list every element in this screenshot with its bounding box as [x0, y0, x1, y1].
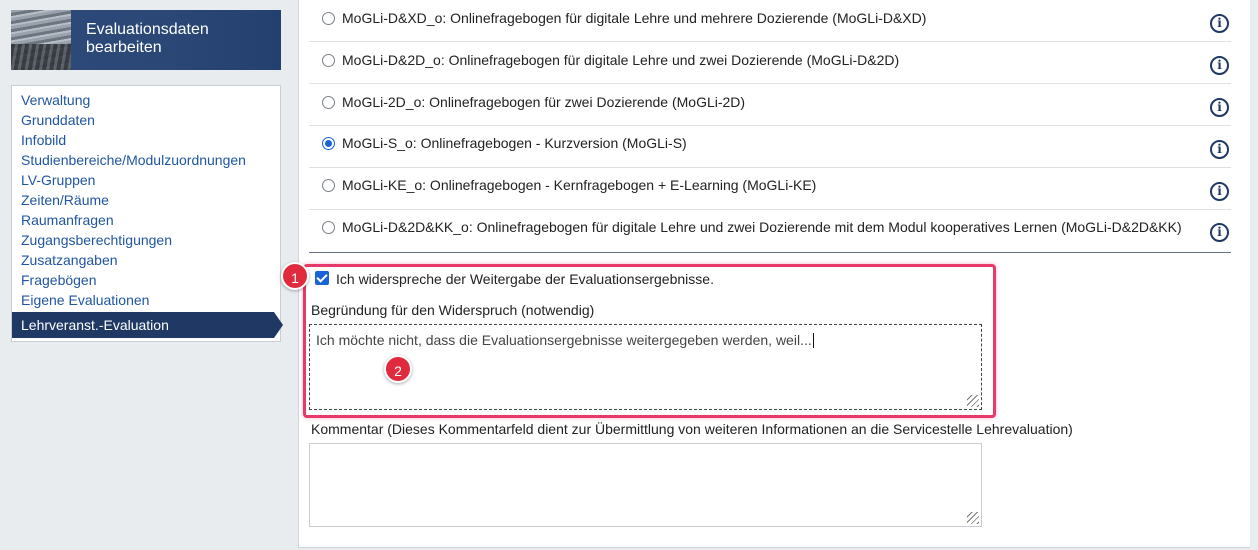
sidebar-item-zugangsberechtigungen[interactable]: Zugangsberechtigungen — [21, 232, 172, 248]
option-label: MoGLi-KE_o: Onlinefragebogen - Kernfrage… — [342, 177, 817, 193]
option-label: MoGLi-D&XD_o: Onlinefragebogen für digit… — [342, 10, 927, 26]
reason-label: Begründung für den Widerspruch (notwendi… — [311, 302, 595, 318]
sidebar-item-verwaltung[interactable]: Verwaltung — [21, 92, 90, 108]
resize-grip[interactable] — [967, 512, 979, 524]
info-icon[interactable]: i — [1210, 14, 1229, 33]
sidebar-item-zeiten-raeume[interactable]: Zeiten/Räume — [21, 192, 109, 208]
comment-textarea[interactable] — [309, 443, 982, 527]
page-title-line1: Evaluationsdaten — [86, 21, 209, 38]
page-title: Evaluationsdaten bearbeiten — [86, 21, 276, 57]
annotation-badge-1: 1 — [281, 262, 309, 290]
radio-mogli-s[interactable] — [322, 137, 335, 150]
info-icon[interactable]: i — [1210, 98, 1229, 117]
info-icon[interactable]: i — [1210, 223, 1229, 242]
sidebar-item-lehrveranst-evaluation[interactable]: Lehrveranst.-Evaluation — [12, 312, 283, 338]
option-row: MoGLi-D&XD_o: Onlinefragebogen für digit… — [309, 0, 1231, 42]
option-label: MoGLi-2D_o: Onlinefragebogen für zwei Do… — [342, 94, 746, 110]
option-label: MoGLi-S_o: Onlinefragebogen - Kurzversio… — [342, 135, 687, 151]
text-caret — [812, 333, 814, 348]
option-row: MoGLi-S_o: Onlinefragebogen - Kurzversio… — [309, 126, 1231, 168]
sidebar-item-raumanfragen[interactable]: Raumanfragen — [21, 212, 114, 228]
comment-label: Kommentar (Dieses Kommentarfeld dient zu… — [311, 421, 1073, 437]
objection-checkbox-label: Ich widerspreche der Weitergabe der Eval… — [336, 271, 714, 287]
sidebar-item-infobild[interactable]: Infobild — [21, 132, 66, 148]
option-row: MoGLi-D&2D&KK_o: Onlinefragebogen für di… — [309, 210, 1231, 253]
info-icon[interactable]: i — [1210, 182, 1229, 201]
radio-mogli-ke[interactable] — [322, 179, 335, 192]
info-icon[interactable]: i — [1210, 56, 1229, 75]
header-photo — [11, 10, 71, 70]
sidebar-nav: Verwaltung Grunddaten Infobild Studienbe… — [11, 85, 283, 342]
option-label: MoGLi-D&2D_o: Onlinefragebogen für digit… — [342, 52, 900, 68]
sidebar-item-frageboegen[interactable]: Fragebögen — [21, 272, 97, 288]
sidebar-item-eigene-evaluationen[interactable]: Eigene Evaluationen — [21, 292, 149, 308]
radio-mogli-dxd[interactable] — [322, 12, 335, 25]
sidebar-item-lv-gruppen[interactable]: LV-Gruppen — [21, 172, 95, 188]
header-banner: Evaluationsdaten bearbeiten — [11, 10, 281, 70]
radio-mogli-d2dkk[interactable] — [322, 221, 335, 234]
option-label: MoGLi-D&2D&KK_o: Onlinefragebogen für di… — [342, 219, 1182, 235]
sidebar-item-zusatzangaben[interactable]: Zusatzangaben — [21, 252, 118, 268]
objection-checkbox[interactable] — [315, 271, 329, 285]
resize-grip[interactable] — [967, 395, 979, 407]
radio-mogli-d2d[interactable] — [322, 54, 335, 67]
option-row: MoGLi-D&2D_o: Onlinefragebogen für digit… — [309, 42, 1231, 84]
sidebar-item-studienbereiche[interactable]: Studienbereiche/Modulzuordnungen — [21, 152, 246, 168]
reason-text: Ich möchte nicht, dass die Evaluationser… — [316, 332, 812, 348]
option-row: MoGLi-KE_o: Onlinefragebogen - Kernfrage… — [309, 168, 1231, 210]
sidebar-item-grunddaten[interactable]: Grunddaten — [21, 112, 95, 128]
radio-mogli-2d[interactable] — [322, 96, 335, 109]
annotation-badge-2: 2 — [384, 355, 412, 383]
option-row: MoGLi-2D_o: Onlinefragebogen für zwei Do… — [309, 84, 1231, 126]
page-title-line2: bearbeiten — [86, 39, 162, 56]
info-icon[interactable]: i — [1210, 140, 1229, 159]
